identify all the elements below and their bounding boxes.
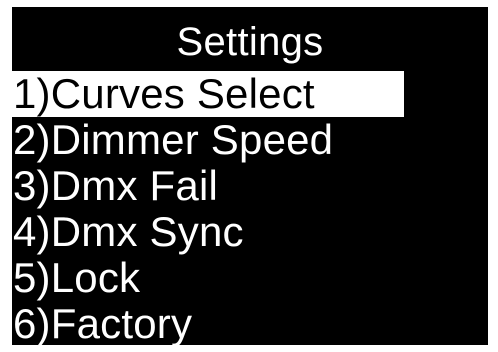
settings-menu: 1)Curves Select 2)Dimmer Speed 3)Dmx Fai… [12, 71, 488, 345]
menu-item-curves-select[interactable]: 1)Curves Select [12, 71, 404, 117]
menu-item-lock[interactable]: 5)Lock [12, 255, 488, 301]
screen-title: Settings [176, 20, 324, 64]
menu-item-dmx-fail[interactable]: 3)Dmx Fail [12, 163, 488, 209]
menu-item-dimmer-speed[interactable]: 2)Dimmer Speed [12, 117, 488, 163]
menu-item-dmx-sync[interactable]: 4)Dmx Sync [12, 209, 488, 255]
lcd-screen: Settings 1)Curves Select 2)Dimmer Speed … [12, 7, 488, 345]
menu-item-factory[interactable]: 6)Factory [12, 301, 488, 346]
